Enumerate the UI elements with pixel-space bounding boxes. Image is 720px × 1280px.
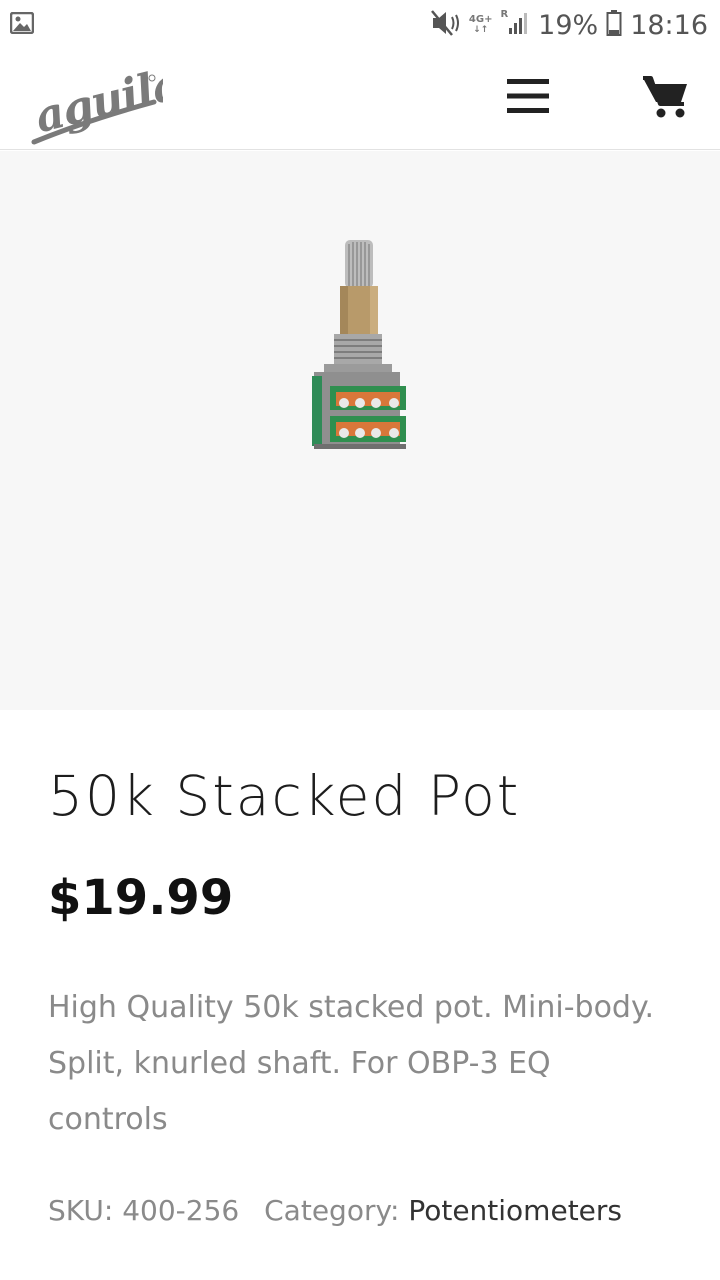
category-link[interactable]: Potentiometers: [408, 1194, 622, 1227]
product-meta: SKU: 400-256 Category: Potentiometers: [48, 1194, 622, 1227]
status-bar: 4G+ ↓↑ R 19% 18:16: [0, 0, 720, 50]
shopping-cart-icon: [642, 74, 690, 122]
sku-value: 400-256: [122, 1194, 240, 1227]
product-gallery[interactable]: [0, 151, 720, 710]
clock: 18:16: [630, 9, 708, 41]
hamburger-menu-icon: [507, 78, 549, 118]
product-title: 50k Stacked Pot: [48, 764, 521, 828]
gallery-notification-icon: [9, 11, 35, 38]
network-type-label: 4G+: [468, 14, 493, 25]
product-description: High Quality 50k stacked pot. Mini-body.…: [48, 990, 654, 1137]
product-image[interactable]: [300, 236, 420, 456]
battery-percent: 19%: [538, 9, 599, 41]
battery-icon: [606, 9, 622, 41]
roaming-label: R: [500, 9, 509, 20]
sku-label: SKU:: [48, 1194, 114, 1227]
mute-vibrate-icon: [430, 9, 461, 41]
svg-text:aguilar: aguilar: [30, 56, 163, 143]
aguilar-logo[interactable]: aguilar aguilar: [28, 52, 210, 148]
signal-icon: [508, 10, 530, 40]
site-header: aguilar aguilar: [0, 50, 720, 150]
cart-button[interactable]: [636, 70, 696, 126]
menu-button[interactable]: [500, 74, 556, 122]
product-price: $19.99: [48, 870, 234, 926]
category-label: Category:: [264, 1194, 400, 1227]
